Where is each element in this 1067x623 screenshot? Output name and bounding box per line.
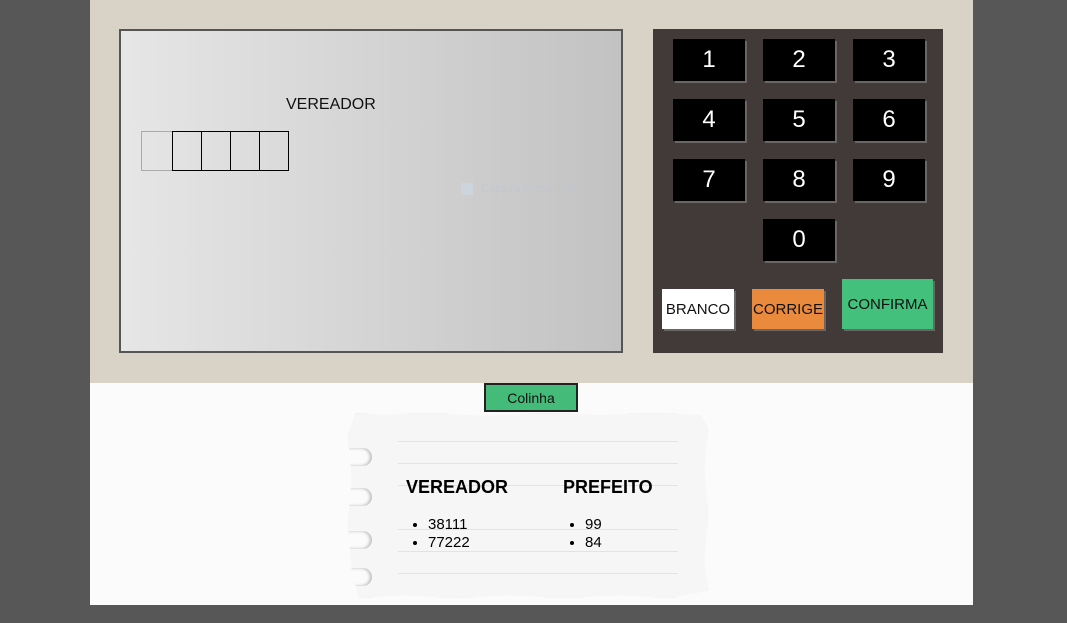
key-7[interactable]: 7 bbox=[673, 159, 745, 201]
voting-screen: VEREADOR Captura Retangular bbox=[119, 29, 623, 353]
key-4[interactable]: 4 bbox=[673, 99, 745, 141]
list-item: 38111 bbox=[428, 516, 508, 534]
prefeito-heading: PREFEITO bbox=[563, 477, 653, 497]
capture-icon bbox=[461, 183, 473, 196]
paper-hole bbox=[348, 568, 372, 586]
branco-button[interactable]: BRANCO bbox=[662, 289, 734, 329]
digit-box bbox=[172, 131, 202, 171]
paper-hole bbox=[348, 488, 372, 506]
key-2[interactable]: 2 bbox=[763, 39, 835, 81]
key-5[interactable]: 5 bbox=[763, 99, 835, 141]
list-item: 99 bbox=[585, 516, 653, 534]
key-9[interactable]: 9 bbox=[853, 159, 925, 201]
paper-hole bbox=[348, 531, 372, 549]
key-8[interactable]: 8 bbox=[763, 159, 835, 201]
paper-line bbox=[398, 463, 678, 464]
digit-box bbox=[201, 131, 231, 171]
colinha-area: Colinha VEREADOR 38111 77222 PREFEITO 99… bbox=[90, 383, 973, 605]
digit-box bbox=[230, 131, 260, 171]
key-1[interactable]: 1 bbox=[673, 39, 745, 81]
paper-hole bbox=[348, 448, 372, 466]
paper-line bbox=[398, 573, 678, 574]
colinha-paper-note: VEREADOR 38111 77222 PREFEITO 99 84 bbox=[348, 413, 708, 598]
paper-line bbox=[398, 441, 678, 442]
vereador-column: VEREADOR 38111 77222 bbox=[406, 477, 508, 552]
office-title: VEREADOR bbox=[286, 96, 376, 113]
keypad: 1 2 3 4 5 6 7 8 9 0 BRANCO CORRIGE CONFI… bbox=[653, 29, 943, 353]
list-item: 84 bbox=[585, 534, 653, 552]
list-item: 77222 bbox=[428, 534, 508, 552]
vereador-list: 38111 77222 bbox=[406, 516, 508, 552]
prefeito-column: PREFEITO 99 84 bbox=[563, 477, 653, 552]
number-input-boxes bbox=[141, 131, 289, 171]
prefeito-list: 99 84 bbox=[563, 516, 653, 552]
key-3[interactable]: 3 bbox=[853, 39, 925, 81]
corrige-button[interactable]: CORRIGE bbox=[752, 289, 824, 329]
digit-box bbox=[259, 131, 289, 171]
colinha-button[interactable]: Colinha bbox=[484, 383, 578, 412]
confirma-button[interactable]: CONFIRMA bbox=[842, 279, 933, 329]
vereador-heading: VEREADOR bbox=[406, 477, 509, 497]
digit-box bbox=[141, 131, 173, 171]
key-0[interactable]: 0 bbox=[763, 219, 835, 261]
key-6[interactable]: 6 bbox=[853, 99, 925, 141]
voting-machine: VEREADOR Captura Retangular 1 2 3 4 5 6 … bbox=[90, 0, 973, 383]
faded-overlay-text: Captura Retangular bbox=[461, 179, 681, 199]
